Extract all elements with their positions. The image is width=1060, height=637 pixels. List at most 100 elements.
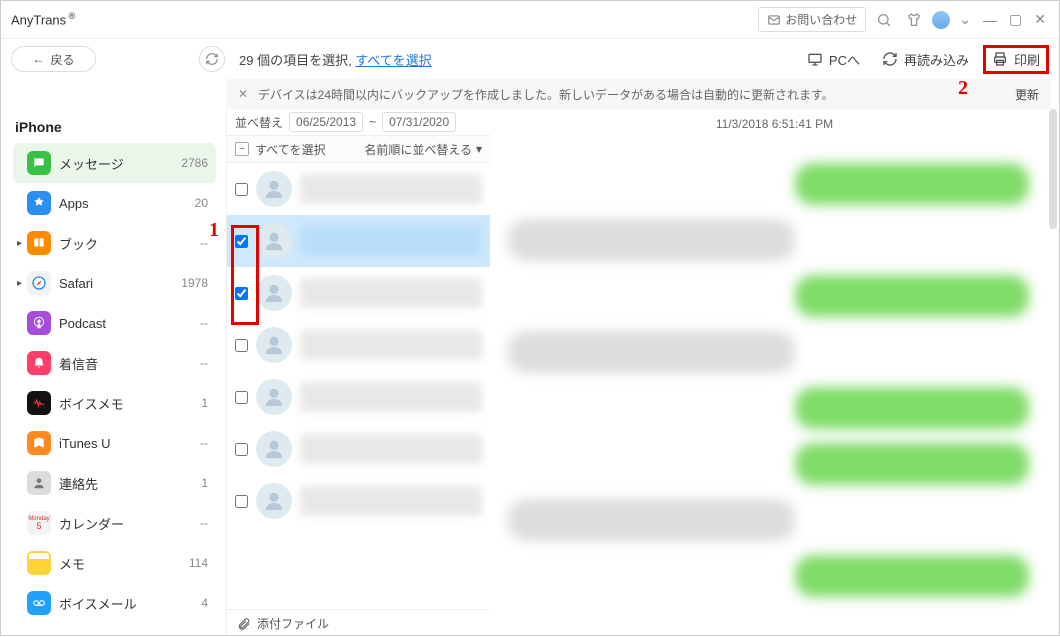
chevron-down-icon: ▾ [476,142,482,156]
sidebar-item-label: ボイスメール [59,594,201,613]
sent-message-bubble [795,163,1029,205]
sidebar-item-count: -- [200,316,208,330]
msg-icon [27,151,51,175]
close-icon[interactable]: ✕ [234,87,252,101]
safari-icon [27,271,51,295]
conversation-checkbox[interactable] [235,443,248,456]
sidebar-item-count: 114 [189,556,208,570]
sidebar-item-cal[interactable]: Monday5カレンダー-- [13,503,216,543]
conversation-preview [300,486,482,516]
apps-icon [27,191,51,215]
print-icon [992,51,1008,67]
ring-icon [27,351,51,375]
refresh-sidebar-button[interactable] [199,46,225,72]
sent-message-bubble [795,387,1029,429]
conversation-checkbox[interactable] [235,495,248,508]
attachments-label: 添付ファイル [257,615,329,632]
book-icon [27,231,51,255]
received-message-bubble [508,219,795,261]
conversation-checkbox[interactable] [235,287,248,300]
search-icon[interactable] [872,8,896,32]
sidebar-item-memo[interactable]: メモ114 [13,543,216,583]
conversation-preview [300,174,482,204]
conversation-row[interactable] [227,215,490,267]
conversation-column: 並べ替え 06/25/2013 ~ 07/31/2020 − すべてを選択 名前… [226,109,490,637]
sidebar-item-count: 1 [201,396,208,410]
paperclip-icon [237,617,251,631]
conversation-checkbox[interactable] [235,183,248,196]
conversation-row[interactable] [227,475,490,527]
conversation-checkbox[interactable] [235,235,248,248]
to-pc-icon [807,51,823,67]
memo-icon [27,551,51,575]
conversation-row[interactable] [227,319,490,371]
voice-icon [27,391,51,415]
notice-message: デバイスは24時間以内にバックアップを作成しました。新しいデータがある場合は自動… [258,86,1015,103]
sidebar-item-count: -- [200,236,208,250]
window-maximize-icon[interactable]: ▢ [1006,11,1025,28]
avatar-icon [256,223,292,259]
sort-dropdown[interactable]: 名前順に並べ替える ▾ [364,141,482,158]
sidebar-item-apps[interactable]: Apps20 [13,183,216,223]
scrollbar[interactable] [1049,109,1057,229]
conversation-row[interactable] [227,163,490,215]
contact-button[interactable]: お問い合わせ [758,7,866,32]
sidebar-item-label: ブック [59,234,200,253]
conversation-preview [300,434,482,464]
print-label: 印刷 [1014,50,1040,69]
arrow-left-icon: ← [32,52,44,66]
conversation-timestamp: 11/3/2018 6:51:41 PM [490,109,1059,139]
conversation-checkbox[interactable] [235,391,248,404]
avatar[interactable] [932,11,950,29]
notice-update-link[interactable]: 更新 [1015,86,1039,103]
tshirt-icon[interactable] [902,8,926,32]
window-close-icon[interactable]: ✕ [1031,11,1049,28]
reload-button[interactable]: 再読み込み [874,46,977,73]
sidebar-item-itu[interactable]: iTunes U-- [13,423,216,463]
sidebar-item-book[interactable]: ▸ ブック-- [13,223,216,263]
sidebar-item-voice[interactable]: ボイスメモ1 [13,383,216,423]
export-to-pc-button[interactable]: PCへ [799,46,868,73]
conversation-row[interactable] [227,267,490,319]
select-all-link[interactable]: すべてを選択 [355,53,431,68]
sent-message-bubble [795,275,1029,317]
select-all-checkbox[interactable]: − [235,142,249,156]
attachments-bar[interactable]: 添付ファイル [227,609,490,637]
received-message-bubble [508,331,795,373]
refresh-icon [205,52,219,66]
device-title: iPhone [15,119,216,135]
cal-icon: Monday5 [27,511,51,535]
avatar-icon [256,431,292,467]
avatar-icon [256,379,292,415]
avatar-icon [256,275,292,311]
titlebar: AnyTrans ® お問い合わせ ⌄ ― ▢ ✕ [1,1,1059,39]
conversation-row[interactable] [227,371,490,423]
to-pc-label: PCへ [829,50,860,69]
window-minimize-icon[interactable]: ― [980,12,1000,28]
vm-icon [27,591,51,615]
main: iPhone メッセージ2786Apps20▸ブック--▸Safari1978P… [1,109,1059,637]
dropdown-icon[interactable]: ⌄ [956,11,974,28]
sidebar-item-label: 連絡先 [59,474,201,493]
sidebar-item-label: Podcast [59,316,200,331]
sidebar-item-contacts[interactable]: 連絡先1 [13,463,216,503]
conversation-row[interactable] [227,423,490,475]
sidebar-item-ring[interactable]: 着信音-- [13,343,216,383]
date-to[interactable]: 07/31/2020 [382,112,456,132]
mail-icon [767,13,781,27]
back-button[interactable]: ← 戻る [11,46,96,72]
sidebar-item-label: カレンダー [59,514,200,533]
sort-label: 並べ替え [235,114,283,131]
conversation-checkbox[interactable] [235,339,248,352]
date-from[interactable]: 06/25/2013 [289,112,363,132]
sidebar-item-msg[interactable]: メッセージ2786 [13,143,216,183]
sidebar-item-label: メッセージ [59,154,181,173]
print-button[interactable]: 印刷 [983,45,1049,74]
caret-icon: ▸ [17,238,27,249]
sidebar-item-label: メモ [59,554,189,573]
backup-notice: ✕ デバイスは24時間以内にバックアップを作成しました。新しいデータがある場合は… [226,79,1051,109]
sidebar-item-vm[interactable]: ボイスメール4 [13,583,216,623]
sidebar-item-safari[interactable]: ▸Safari1978 [13,263,216,303]
selection-status: 29 個の項目を選択, すべてを選択 [239,50,432,69]
sidebar-item-pod[interactable]: Podcast-- [13,303,216,343]
